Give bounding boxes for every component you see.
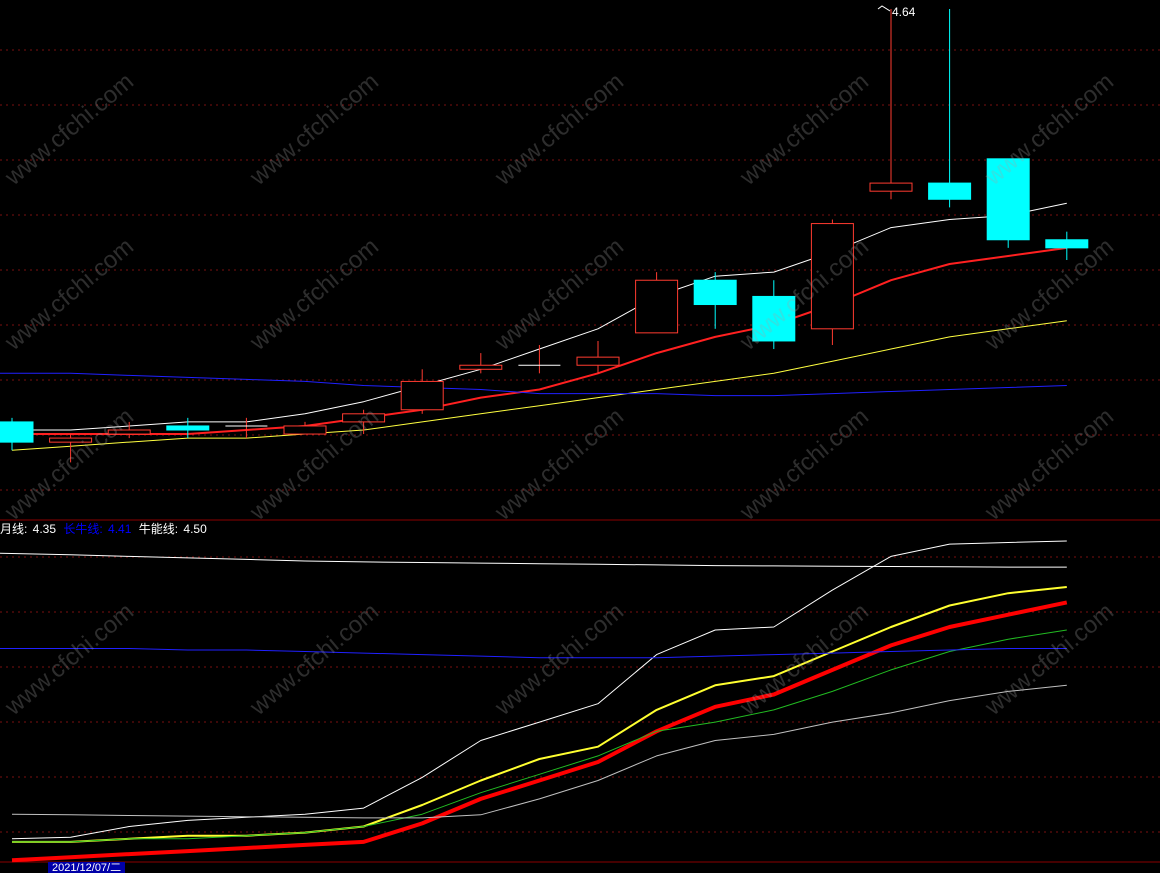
crosshair-date-label: 2021/12/07/二 bbox=[48, 862, 126, 873]
candle-body-down bbox=[986, 158, 1030, 241]
candle-body-up bbox=[635, 279, 679, 334]
candle-body-up bbox=[283, 425, 327, 435]
indicator-series-line-2 bbox=[12, 586, 1067, 843]
indicator-series-line-6 bbox=[0, 648, 1067, 659]
candle-body-up bbox=[342, 413, 386, 423]
candle-body-up bbox=[400, 380, 444, 411]
legend-label: 月线: bbox=[0, 522, 31, 536]
indicator-series-line-4 bbox=[12, 629, 1067, 843]
legend-value: 4.41 bbox=[108, 522, 132, 536]
candle-body-down bbox=[166, 425, 210, 431]
price-series-line-2 bbox=[11, 320, 1067, 451]
candle-body-down bbox=[693, 279, 737, 306]
legend-item-month-line: 月线: 4.35 bbox=[0, 522, 61, 536]
candle-body-up bbox=[576, 356, 620, 366]
candle-body-up bbox=[107, 429, 151, 435]
kline-chart[interactable] bbox=[0, 0, 1160, 873]
peak-price-label: 4.64 bbox=[892, 5, 916, 19]
candle-body-down bbox=[752, 295, 796, 342]
candle-body-up bbox=[810, 223, 854, 330]
candle-body-down bbox=[0, 421, 34, 443]
legend-value: 4.35 bbox=[32, 522, 57, 536]
candle-body-down bbox=[1045, 239, 1089, 249]
chart-stage: 4.64 月线: 4.35 长牛线: 4.41 牛能线: 4.50 2021/1… bbox=[0, 0, 1160, 873]
indicator-series-line-5 bbox=[11, 684, 1067, 819]
indicator-series-line-1 bbox=[11, 540, 1067, 840]
legend-label: 长牛线: bbox=[63, 522, 107, 536]
legend-label: 牛能线: bbox=[138, 522, 182, 536]
candle-body-up bbox=[459, 364, 503, 370]
candle-body-up bbox=[869, 182, 913, 192]
legend-item-long-bull-line: 长牛线: 4.41 bbox=[63, 522, 136, 536]
candle-body-up bbox=[49, 437, 93, 443]
indicator-series-line-3 bbox=[11, 600, 1068, 863]
legend-item-bull-energy-line: 牛能线: 4.50 bbox=[139, 522, 209, 536]
indicator-legend: 月线: 4.35 长牛线: 4.41 牛能线: 4.50 bbox=[0, 520, 211, 536]
legend-value: 4.50 bbox=[183, 522, 207, 536]
price-series-line-0 bbox=[12, 202, 1067, 431]
peak-marker bbox=[877, 5, 891, 12]
indicator-series-line-0 bbox=[0, 552, 1067, 568]
candle-body-down bbox=[928, 182, 972, 200]
price-series-line-3 bbox=[0, 372, 1067, 397]
